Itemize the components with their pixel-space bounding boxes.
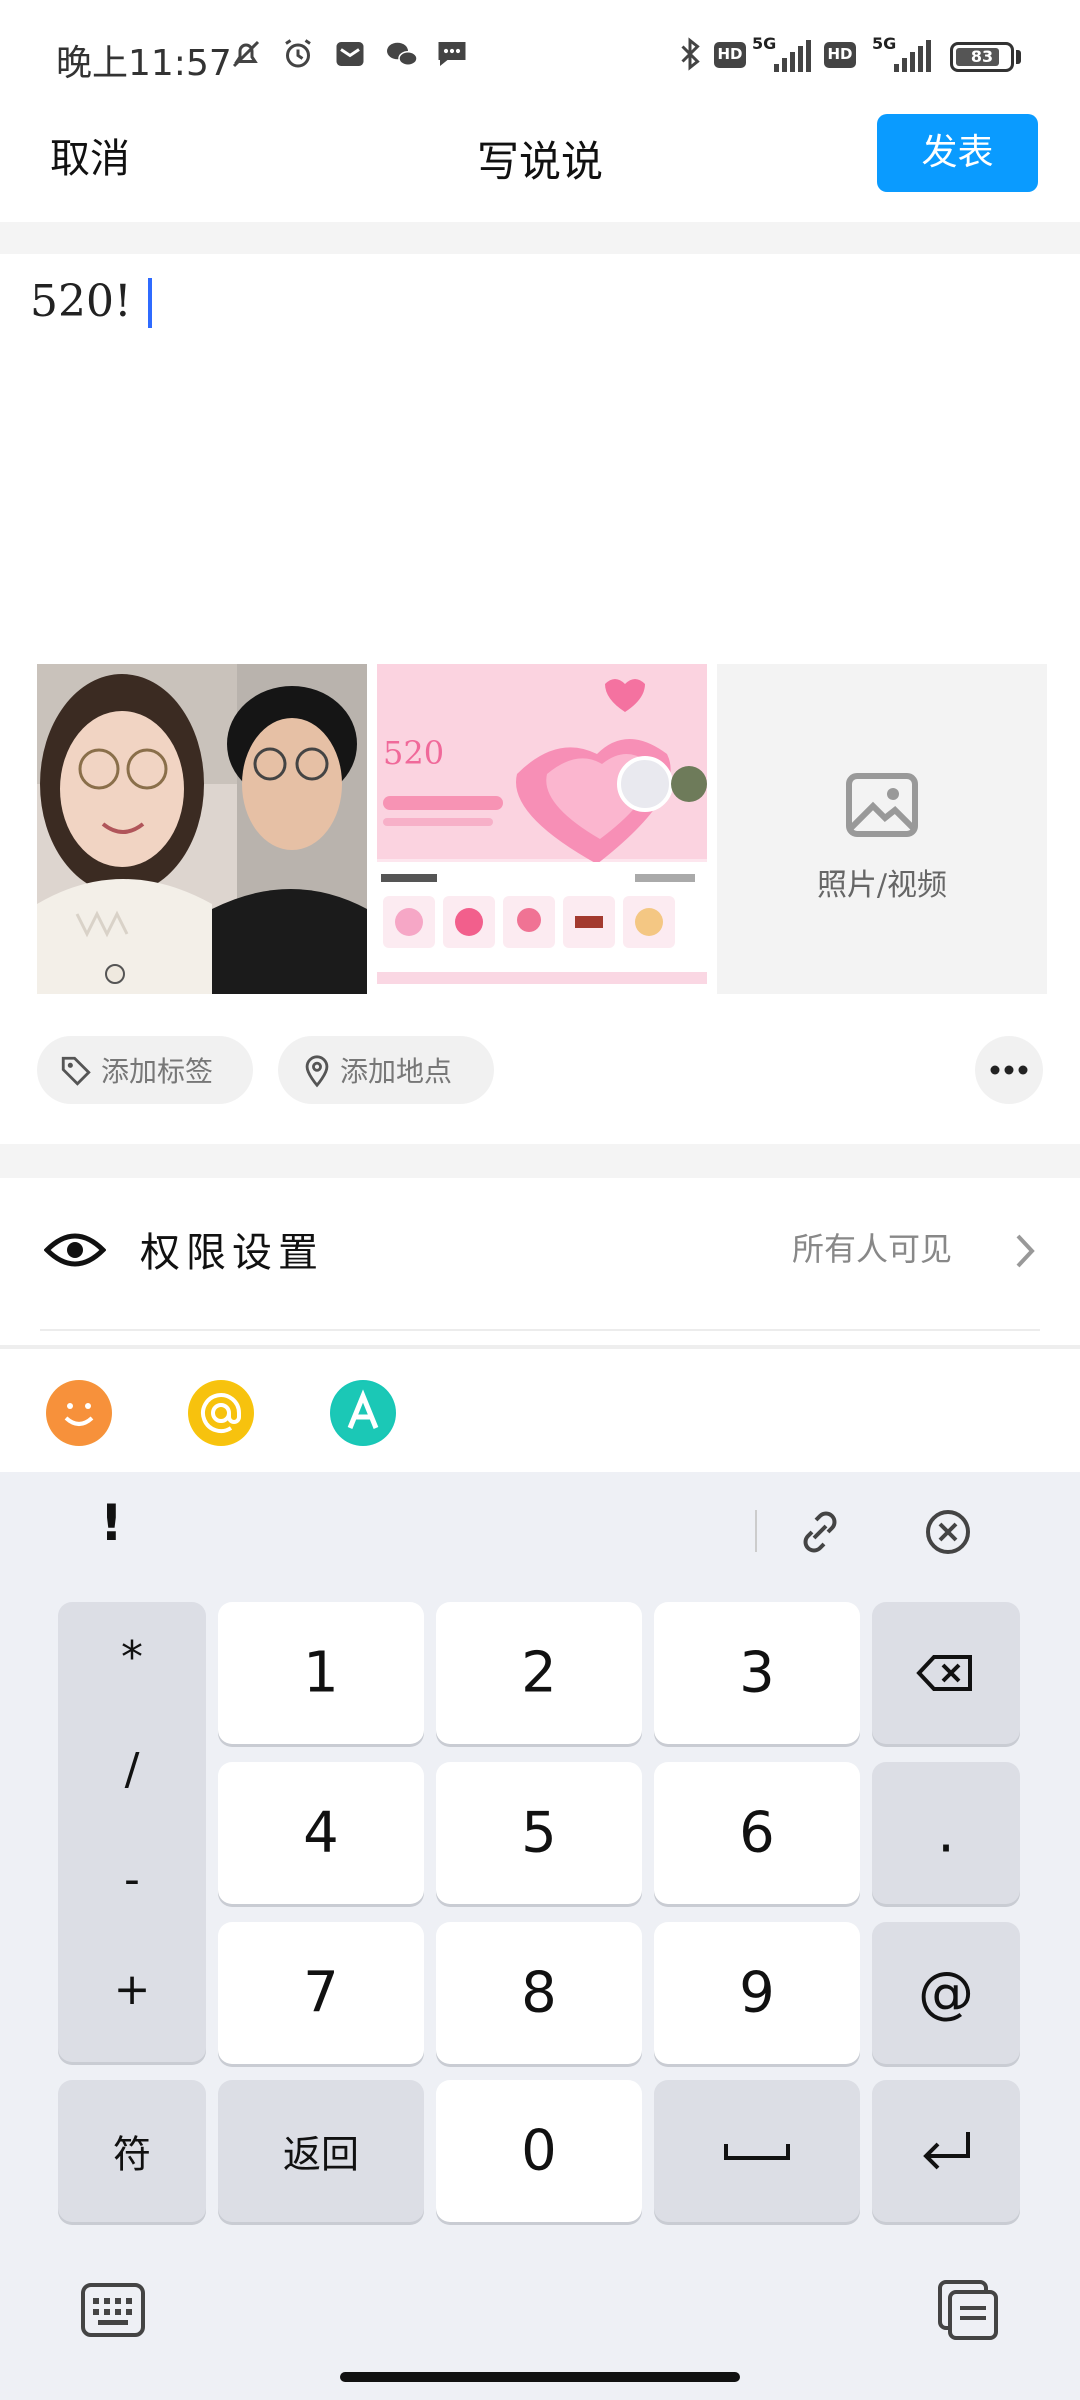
backspace-icon [916,1655,972,1691]
add-photo-video-button[interactable]: 照片/视频 [717,664,1047,994]
svg-text:520: 520 [383,734,444,772]
alarm-icon [285,39,311,68]
backspace-key[interactable] [872,1602,1020,1744]
home-indicator[interactable] [340,2372,740,2382]
key-9[interactable]: 9 [654,1922,860,2064]
photo-thumbnail-2[interactable]: 520 [377,664,707,994]
eye-icon [44,1233,106,1267]
suggestion-word[interactable]: ! [100,1494,123,1552]
symbol-column[interactable]: * / - + [58,1602,206,2062]
compose-area: 520! 520 照片/视频 添加标签 添加地点 [0,254,1080,1144]
section-gap [0,222,1080,254]
key-0[interactable]: 0 [436,2080,642,2222]
signal-icon-2 [894,40,931,72]
space-key[interactable] [654,2080,860,2222]
space-icon [724,2144,790,2160]
key-2[interactable]: 2 [436,1602,642,1744]
signal-icon [774,40,811,72]
text-caret [148,278,152,328]
mention-icon[interactable] [188,1380,254,1446]
visibility-value: 所有人可见 [792,1230,953,1268]
key-6[interactable]: 6 [654,1762,860,1904]
keyboard-switch-icon[interactable] [80,2282,146,2338]
key-asterisk[interactable]: * [58,1632,206,1683]
add-tag-chip[interactable]: 添加标签 [37,1036,253,1104]
section-gap-2 [0,1144,1080,1178]
publish-button[interactable]: 发表 [877,114,1038,192]
battery-icon: 83 [950,42,1014,72]
compose-toolbar [0,1350,1080,1472]
post-text-input[interactable]: 520! [30,276,132,327]
mute-bell-icon [232,40,260,68]
enter-key[interactable] [872,2080,1020,2222]
more-options-button[interactable] [975,1036,1043,1104]
emoji-icon[interactable] [46,1380,112,1446]
key-3[interactable]: 3 [654,1602,860,1744]
message-icon [438,42,466,66]
back-key[interactable]: 返回 [218,2080,424,2222]
key-4[interactable]: 4 [218,1762,424,1904]
key-1[interactable]: 1 [218,1602,424,1744]
close-keyboard-icon[interactable] [924,1508,972,1556]
key-minus[interactable]: - [58,1854,206,1905]
permission-settings-row[interactable]: 权限设置 所有人可见 [0,1178,1080,1328]
status-time: 晚上11:57 [56,43,232,84]
photo-placeholder-icon [846,773,918,837]
tag-icon [61,1056,91,1086]
bluetooth-icon [681,37,700,71]
numeric-keyboard: ! * / - + 1 2 3 4 5 6 . 7 8 9 @ 符 返回 0 [0,1472,1080,2400]
top-nav: 取消 写说说 发表 [0,110,1080,220]
key-dot[interactable]: . [872,1762,1020,1904]
key-7[interactable]: 7 [218,1922,424,2064]
permission-label: 权限设置 [140,1230,324,1276]
key-slash[interactable]: / [58,1744,206,1795]
chevron-right-icon [1016,1234,1035,1268]
key-plus[interactable]: + [58,1964,206,2015]
wechat-icon [387,42,418,66]
font-icon[interactable] [330,1380,396,1446]
photo-thumbnail-1[interactable] [37,664,367,994]
hd-badge-2: HD [824,42,856,68]
status-bar: 晚上11:57 HD 5G HD 5G 83 [0,0,1080,110]
key-8[interactable]: 8 [436,1922,642,2064]
suggestion-bar: ! [0,1472,1080,1582]
hd-badge: HD [714,42,746,68]
key-at[interactable]: @ [872,1922,1020,2064]
add-location-chip[interactable]: 添加地点 [278,1036,494,1104]
divider [40,1329,1040,1331]
symbols-key[interactable]: 符 [58,2080,206,2222]
location-pin-icon [305,1055,329,1088]
clipboard-icon[interactable] [936,2278,1000,2342]
mail-icon [336,42,364,66]
key-5[interactable]: 5 [436,1762,642,1904]
link-icon[interactable] [796,1508,844,1556]
ellipsis-icon [990,1065,1028,1075]
enter-icon [923,2132,970,2170]
